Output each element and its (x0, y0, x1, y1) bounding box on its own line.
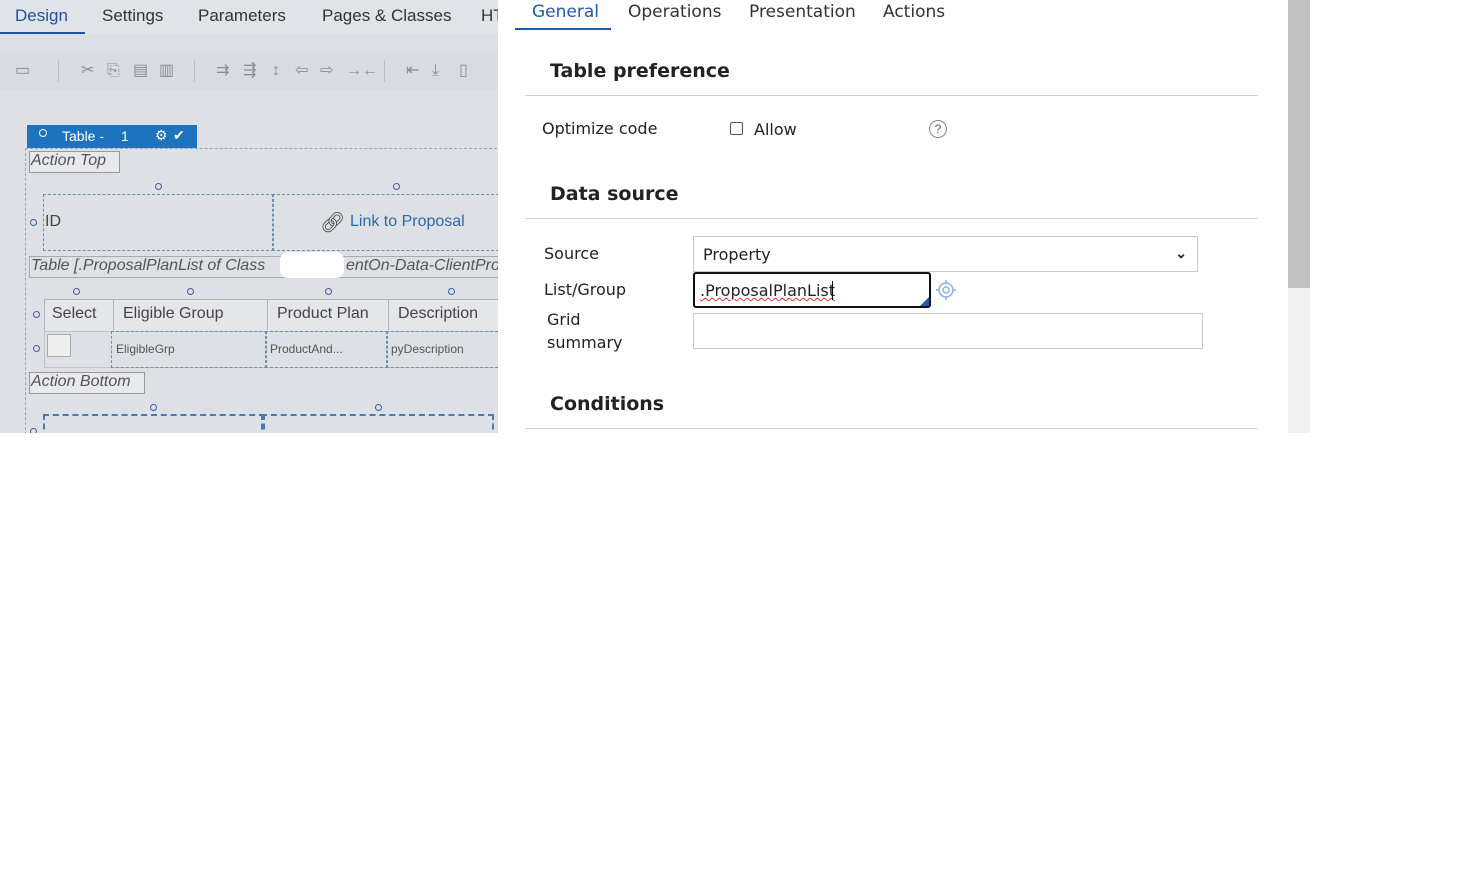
cut-icon[interactable]: ✂ (81, 62, 94, 80)
delete-icon[interactable]: ▥ (159, 62, 174, 80)
source-select[interactable]: Property ⌄ (693, 236, 1198, 272)
column-header-product-plan[interactable]: Product Plan (277, 305, 369, 323)
tab-design[interactable]: Design (15, 6, 68, 26)
toolbar-divider (58, 60, 59, 82)
move-left-icon[interactable]: ⇦ (295, 62, 308, 80)
copy-icon[interactable]: ⎘ (107, 62, 120, 80)
layout-icon[interactable]: ▭ (15, 62, 30, 80)
section-title-data-source: Data source (550, 183, 679, 205)
tab-html[interactable]: HT (481, 6, 498, 26)
column-header-description[interactable]: Description (398, 305, 478, 323)
column-header-eligible-group[interactable]: Eligible Group (123, 305, 224, 323)
handle-dot[interactable] (155, 183, 162, 190)
action-bottom-label: Action Bottom (31, 373, 131, 390)
tab-operations[interactable]: Operations (628, 2, 721, 22)
designer-area: Design Settings Parameters Pages & Class… (0, 0, 498, 433)
resize-handle-icon[interactable] (920, 297, 929, 306)
column-divider (113, 299, 114, 330)
bottom-cell[interactable] (43, 414, 265, 433)
scrollbar-thumb[interactable] (1288, 0, 1310, 288)
eligible-grp-cell: EligibleGrp (116, 342, 175, 356)
list-group-value: .ProposalPlanList (700, 281, 836, 300)
section-title-table-preference: Table preference (550, 60, 730, 82)
handle-dot[interactable] (30, 219, 37, 226)
link-icon: 🔗︎ (320, 212, 346, 234)
allow-checkbox[interactable] (730, 122, 743, 135)
redaction-mark (280, 252, 344, 278)
grid-summary-label-line2: summary (547, 333, 623, 352)
designer-tab-bar: Design Settings Parameters Pages & Class… (0, 0, 498, 34)
align-left-icon[interactable]: ⇤ (406, 62, 419, 80)
help-icon[interactable]: ? (929, 120, 947, 138)
handle-dot[interactable] (448, 288, 455, 295)
bottom-cell[interactable] (261, 414, 494, 433)
tab-settings[interactable]: Settings (102, 6, 163, 26)
handle-dot[interactable] (73, 288, 80, 295)
handle-dot[interactable] (150, 404, 157, 411)
section-divider (525, 95, 1258, 96)
merge-icon[interactable]: ↕ (272, 62, 280, 80)
select-checkbox[interactable] (47, 334, 71, 357)
handle-dot[interactable] (33, 311, 40, 318)
source-label: Source (544, 244, 599, 263)
handle-dot[interactable] (33, 345, 40, 352)
gear-icon[interactable]: ⚙ (155, 127, 168, 144)
collapse-icon[interactable]: →← (346, 62, 378, 80)
table-layout-tag[interactable]: Table - 1 ⚙ ✔ (27, 125, 197, 148)
optimize-code-label: Optimize code (542, 119, 658, 138)
table-tag-number: 1 (121, 128, 129, 144)
column-divider (388, 299, 389, 330)
align-down-icon[interactable]: ⤓ (432, 62, 439, 80)
handle-dot[interactable] (187, 288, 194, 295)
id-cell[interactable] (43, 194, 274, 251)
insert-column-icon[interactable]: ⇶ (243, 62, 256, 80)
action-top-label: Action Top (31, 152, 107, 169)
grid-summary-input[interactable] (693, 313, 1203, 349)
source-select-value: Property (703, 245, 771, 264)
section-title-conditions: Conditions (550, 393, 665, 415)
handle-dot (39, 129, 47, 137)
toolbar-divider (384, 60, 385, 82)
list-group-input[interactable]: .ProposalPlanList (693, 272, 931, 308)
handle-dot[interactable] (393, 183, 400, 190)
table-source-label: Table [.ProposalPlanList of Class (31, 257, 266, 274)
product-and-cell: ProductAnd... (270, 342, 343, 356)
id-label: ID (45, 213, 61, 230)
section-divider (525, 218, 1258, 219)
tab-actions[interactable]: Actions (883, 2, 945, 22)
grid-summary-label-line1: Grid (547, 310, 581, 329)
tab-parameters[interactable]: Parameters (198, 6, 286, 26)
handle-dot[interactable] (30, 428, 37, 433)
check-circle-icon[interactable]: ✔ (173, 127, 185, 144)
py-description-cell: pyDescription (391, 342, 464, 356)
link-to-proposal[interactable]: Link to Proposal (350, 213, 465, 231)
tab-general[interactable]: General (532, 2, 599, 22)
crosshair-icon[interactable] (936, 280, 956, 300)
column-header-select[interactable]: Select (52, 305, 96, 323)
toolbar-divider (194, 60, 195, 82)
handle-dot[interactable] (325, 288, 332, 295)
paste-icon[interactable]: ▤ (133, 62, 148, 80)
tab-presentation[interactable]: Presentation (749, 2, 856, 22)
allow-label[interactable]: Allow (754, 120, 797, 139)
chevron-down-icon: ⌄ (1175, 245, 1187, 261)
active-tab-indicator (515, 28, 611, 30)
tab-pages-classes[interactable]: Pages & Classes (322, 6, 451, 26)
active-tab-indicator (0, 32, 85, 34)
handle-dot[interactable] (375, 404, 382, 411)
table-source-label-right: entOn-Data-ClientPro (346, 257, 498, 274)
insert-row-icon[interactable]: ⇉ (216, 62, 229, 80)
text-cursor (832, 281, 833, 300)
table-tag-label: Table - (62, 128, 105, 144)
list-group-label: List/Group (544, 280, 627, 299)
columns-icon[interactable]: ▯ (459, 62, 468, 80)
move-right-icon[interactable]: ⇨ (320, 62, 333, 80)
section-divider (525, 428, 1258, 429)
column-divider (267, 299, 268, 330)
